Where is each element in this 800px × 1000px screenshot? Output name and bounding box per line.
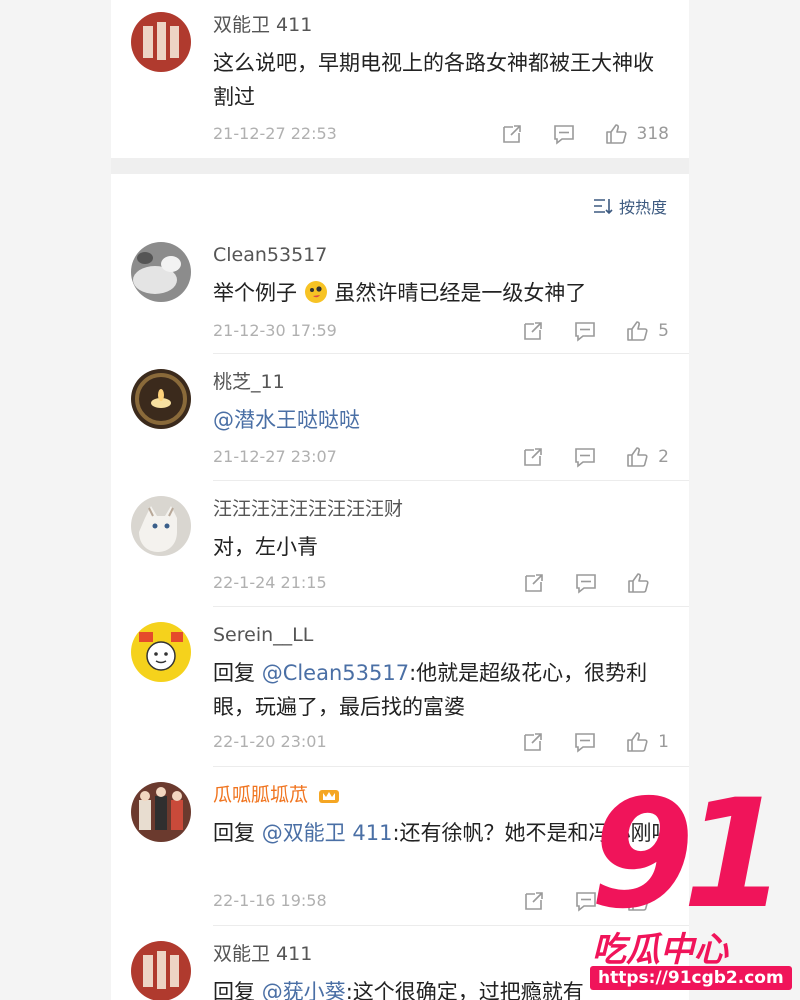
avatar[interactable] [131,941,191,1000]
comment-text-part: 举个例子 [213,281,297,305]
like-icon[interactable] [605,123,629,145]
comment-time: 22-1-24 21:15 [213,573,327,592]
watermark-url: https://91cgb2.com [590,966,792,990]
comment-icon[interactable] [575,572,599,594]
comment-item: Clean53517 举个例子 虽然许晴已经是一级女神了 21-12-30 17… [111,242,689,352]
reply-prefix: 回复 [213,661,262,685]
avatar-cartoon-icon [131,622,191,682]
watermark-title: 吃瓜中心 [592,930,728,970]
watermark: 91 吃瓜中心 https://91cgb2.com [570,780,800,1000]
avatar-photo-icon [131,242,191,302]
comment-actions [495,572,669,594]
sort-icon [593,199,613,215]
share-icon[interactable] [523,890,547,912]
comment-text-part: 虽然许晴已经是一级女神了 [334,281,587,305]
username-text: 瓜呱胍坬苽 [213,784,309,806]
like-icon[interactable] [627,572,651,594]
sort-by-hot-button[interactable]: 按热度 [593,194,667,218]
like-count: 2 [658,447,669,467]
like-count: 1 [658,732,669,752]
comment-actions: 2 [494,446,669,468]
vip-crown-icon [318,784,340,804]
mention-link[interactable]: @Clean53517 [262,661,409,685]
reply-prefix: 回复 [213,980,262,1000]
like-icon[interactable] [626,731,650,753]
comment-time: 21-12-27 22:53 [213,124,337,143]
avatar-cat-icon [131,496,191,556]
avatar[interactable] [131,369,191,429]
sort-label: 按热度 [618,198,667,217]
share-icon[interactable] [522,446,546,468]
comment-item: 汪汪汪汪汪汪汪汪汪财 对，左小青 22-1-24 21:15 [111,496,689,606]
reply-prefix: 回复 [213,821,262,845]
avatar-candle-icon [131,369,191,429]
share-icon[interactable] [501,123,525,145]
top-comment-panel: 双能卫 411 这么说吧，早期电视上的各路女神都被王大神收割过 21-12-27… [111,0,689,158]
comment-time: 22-1-20 23:01 [213,732,327,751]
comment-text: 举个例子 虽然许晴已经是一级女神了 [213,276,673,310]
emoji-icon [304,280,328,304]
watermark-number: 91 [590,768,787,942]
mention-link[interactable]: @潜水王哒哒哒 [213,408,360,432]
divider [213,480,689,481]
username[interactable]: 双能卫 411 [213,941,312,967]
avatar-figures-icon [131,782,191,842]
username[interactable]: Clean53517 [213,242,327,268]
comment-item: 双能卫 411 这么说吧，早期电视上的各路女神都被王大神收割过 21-12-27… [111,12,689,152]
avatar[interactable] [131,12,191,72]
comment-item: Serein__LL 回复 @Clean53517:他就是超级花心，很势利眼，玩… [111,622,689,767]
share-icon[interactable] [522,731,546,753]
comment-icon[interactable] [574,446,598,468]
avatar[interactable] [131,496,191,556]
avatar-seal-icon [131,12,191,72]
comment-text: @潜水王哒哒哒 [213,403,673,437]
like-icon[interactable] [626,446,650,468]
mention-link[interactable]: @双能卫 411 [262,821,393,845]
comment-text: 对，左小青 [213,535,318,559]
comment-text: 这么说吧，早期电视上的各路女神都被王大神收割过 [213,51,654,109]
avatar-seal-icon [131,941,191,1000]
username[interactable]: 汪汪汪汪汪汪汪汪汪财 [213,496,403,522]
comment-time: 21-12-27 23:07 [213,447,337,466]
divider [213,606,689,607]
avatar[interactable] [131,782,191,842]
comment-time: 22-1-16 19:58 [213,891,327,910]
section-gap [111,158,689,174]
username[interactable]: 瓜呱胍坬苽 [213,782,340,808]
avatar[interactable] [131,622,191,682]
username[interactable]: 双能卫 411 [213,12,312,38]
username[interactable]: Serein__LL [213,622,313,648]
comment-icon[interactable] [574,320,598,342]
comment-time: 21-12-30 17:59 [213,321,337,340]
username[interactable]: 桃芝_11 [213,369,285,395]
comment-actions: 5 [494,320,669,342]
like-count: 5 [658,321,669,341]
share-icon[interactable] [523,572,547,594]
like-count: 318 [636,124,669,144]
comment-icon[interactable] [553,123,577,145]
comment-actions: 1 [494,731,669,753]
comment-actions: 318 [473,123,669,145]
share-icon[interactable] [522,320,546,342]
divider [213,766,689,767]
mention-link[interactable]: @莸小葵 [262,980,346,1000]
like-icon[interactable] [626,320,650,342]
divider [213,353,689,354]
comment-item: 桃芝_11 @潜水王哒哒哒 21-12-27 23:07 2 [111,369,689,479]
comment-icon[interactable] [574,731,598,753]
comment-text-part: :这个很确定，过把瘾就有 [345,980,584,1000]
comment-text: 回复 @Clean53517:他就是超级花心，很势利眼，玩遍了，最后找的富婆 [213,656,673,724]
avatar[interactable] [131,242,191,302]
